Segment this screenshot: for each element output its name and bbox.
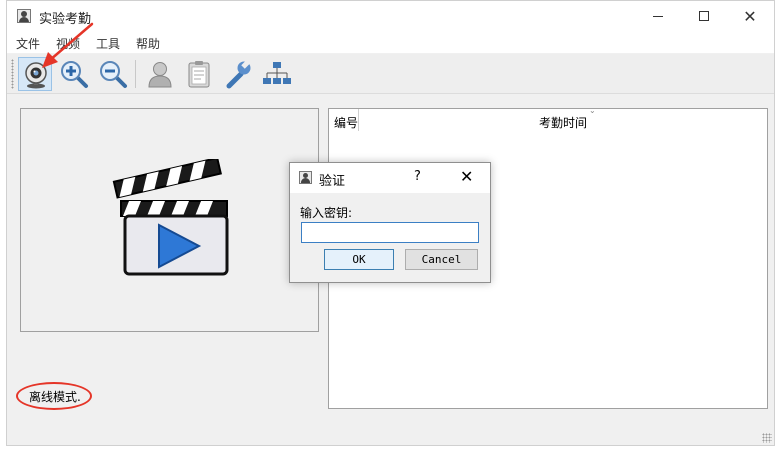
key-input[interactable] — [301, 222, 479, 243]
video-clapperboard-icon — [112, 159, 229, 276]
dialog-user-icon — [299, 171, 312, 184]
user-button[interactable] — [143, 57, 177, 91]
dialog-title: 验证 — [319, 174, 346, 189]
dialog-close-button[interactable]: ✕ — [460, 167, 473, 186]
network-icon — [263, 62, 291, 84]
wrench-button[interactable] — [221, 57, 255, 91]
column-header-id[interactable]: 编号 — [329, 109, 359, 131]
network-button[interactable] — [260, 57, 294, 91]
dialog-help-button[interactable]: ? — [414, 169, 421, 184]
close-icon: ✕ — [743, 6, 757, 26]
column-header-time[interactable]: ⌄ 考勤时间 — [359, 106, 767, 131]
ok-button[interactable]: OK — [324, 249, 394, 270]
verify-dialog: 验证 ? ✕ 输入密钥: OK Cancel — [289, 162, 491, 283]
close-button[interactable]: ✕ — [727, 1, 773, 31]
key-prompt-label: 输入密钥: — [300, 206, 353, 220]
maximize-icon — [699, 11, 709, 21]
title-bar: 实验考勤 ✕ — [7, 1, 774, 31]
toolbar-separator — [135, 60, 136, 88]
wrench-icon — [226, 60, 251, 89]
sort-caret-icon: ⌄ — [589, 106, 596, 115]
dialog-title-bar: 验证 ? ✕ — [290, 163, 490, 193]
annotation-arrow-icon — [42, 22, 94, 68]
minimize-icon — [653, 15, 663, 17]
clipboard-button[interactable] — [182, 57, 216, 91]
video-panel — [20, 108, 319, 332]
clipboard-icon — [188, 61, 210, 88]
annotation-ellipse — [16, 382, 92, 410]
menu-bar: 文件 视频 工具 帮助 — [7, 31, 774, 53]
cancel-button[interactable]: Cancel — [405, 249, 478, 270]
maximize-button[interactable] — [681, 1, 727, 31]
column-header-time-label: 考勤时间 — [538, 116, 587, 130]
resize-grip[interactable] — [762, 433, 772, 443]
menu-help[interactable]: 帮助 — [136, 35, 160, 52]
user-icon — [148, 62, 172, 88]
minimize-button[interactable] — [635, 1, 681, 31]
toolbar — [7, 54, 774, 94]
